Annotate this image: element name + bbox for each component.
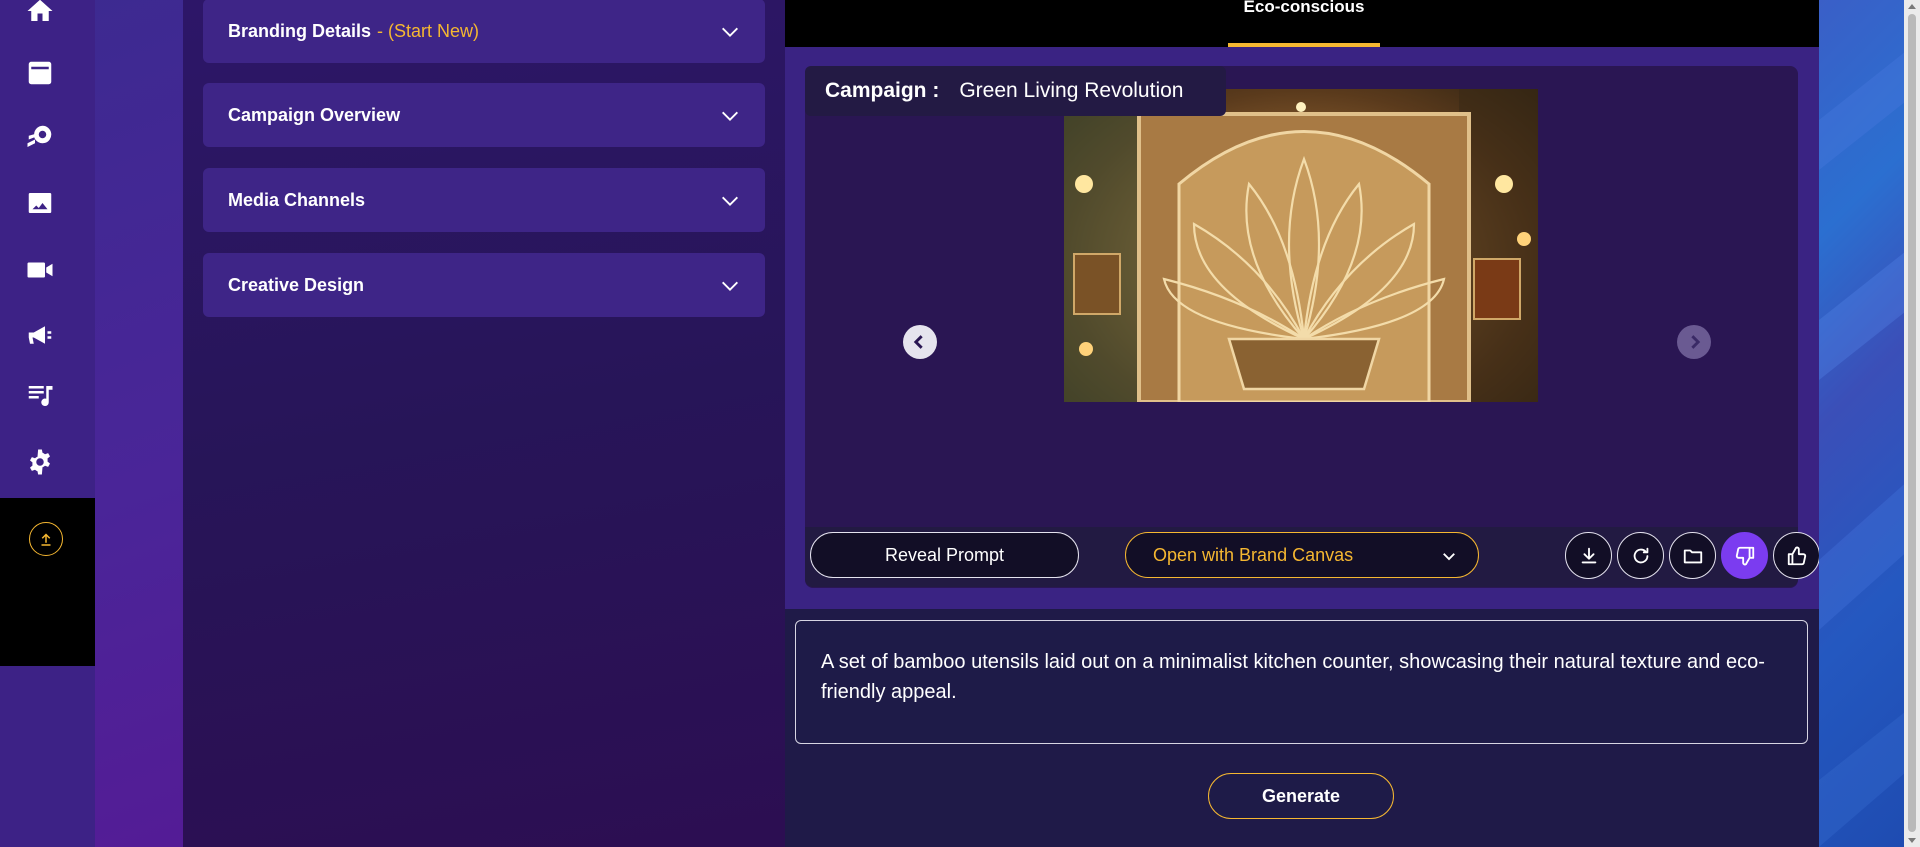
nav-rail (0, 0, 95, 847)
chevron-down-icon (719, 275, 741, 297)
tab-bar: Eco-conscious (785, 0, 1819, 47)
accordion-subtitle: - (Start New) (377, 20, 480, 41)
accordion-creative-design[interactable]: Creative Design (203, 253, 765, 317)
generated-image[interactable] (1064, 89, 1538, 402)
thumbs-down-icon[interactable] (1721, 532, 1768, 579)
chevron-down-icon (719, 190, 741, 212)
scroll-up-arrow-icon[interactable] (1908, 4, 1916, 9)
megaphone-icon[interactable] (20, 315, 60, 355)
folder-icon[interactable] (1669, 532, 1716, 579)
campaign-form-panel: Branding Details - (Start New) Campaign … (183, 0, 785, 847)
gear-icon[interactable] (20, 442, 60, 482)
brand-canvas-dropdown[interactable]: Open with Brand Canvas (1125, 532, 1479, 578)
chevron-down-icon (1440, 547, 1458, 565)
accordion-campaign-overview[interactable]: Campaign Overview (203, 83, 765, 147)
accordion-media-channels[interactable]: Media Channels (203, 168, 765, 232)
video-icon[interactable] (20, 250, 60, 290)
reveal-prompt-button[interactable]: Reveal Prompt (810, 532, 1079, 578)
campaign-label: Campaign : (825, 79, 940, 102)
mandala-artwork (1064, 89, 1538, 402)
campaign-tag: Campaign : Green Living Revolution (805, 66, 1226, 116)
campaign-name: Green Living Revolution (959, 79, 1184, 102)
scrollbar-thumb[interactable] (1908, 14, 1916, 832)
home-icon[interactable] (20, 0, 60, 31)
accordion-title: Creative Design (228, 274, 365, 295)
image-icon[interactable] (20, 183, 60, 223)
accordion-title: Media Channels (228, 189, 366, 210)
previous-arrow-icon[interactable] (903, 325, 937, 359)
upload-icon[interactable] (29, 522, 63, 556)
prompt-textarea[interactable]: A set of bamboo utensils laid out on a m… (795, 620, 1808, 744)
refresh-icon[interactable] (1617, 532, 1664, 579)
page-scrollbar[interactable] (1904, 0, 1920, 847)
music-note-icon[interactable] (20, 376, 60, 416)
results-panel: Eco-conscious Campaign : Green Living Re… (785, 0, 1820, 847)
thumbs-up-icon[interactable] (1773, 532, 1820, 579)
accordion-title: Branding Details (228, 20, 372, 41)
chevron-down-icon (719, 105, 741, 127)
tab-eco-conscious[interactable]: Eco-conscious (1228, 0, 1380, 47)
campaign-icon[interactable] (20, 117, 60, 157)
download-icon[interactable] (1565, 532, 1612, 579)
accordion-branding-details[interactable]: Branding Details - (Start New) (203, 0, 765, 63)
next-arrow-icon[interactable] (1677, 325, 1711, 359)
accordion-title: Campaign Overview (228, 104, 401, 125)
generate-button[interactable]: Generate (1208, 773, 1394, 819)
archive-icon[interactable] (20, 53, 60, 93)
image-action-bar: Reveal Prompt Open with Brand Canvas (805, 527, 1820, 587)
scroll-down-arrow-icon[interactable] (1908, 838, 1916, 843)
chevron-down-icon (719, 21, 741, 43)
brand-canvas-label: Open with Brand Canvas (1153, 544, 1354, 565)
